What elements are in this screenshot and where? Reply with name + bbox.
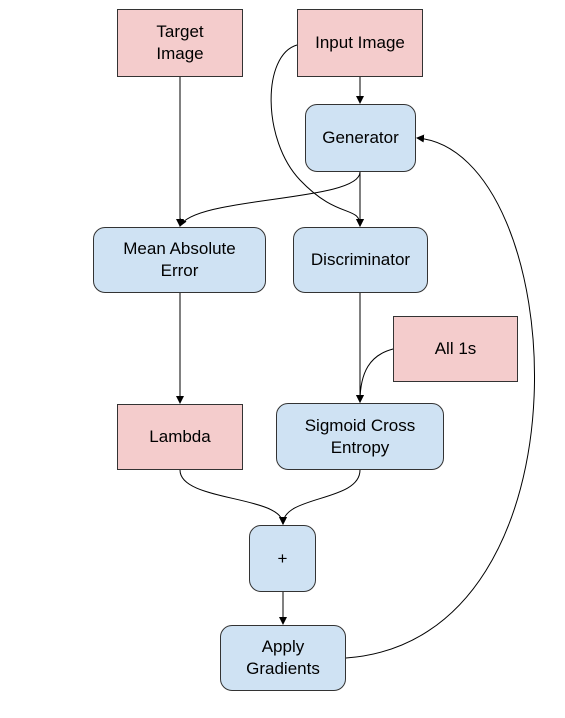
edge-apply-to-generator [345,134,535,659]
node-sigmoid-cross-entropy: Sigmoid Cross Entropy [276,403,444,470]
node-input-image: Input Image [297,9,423,77]
node-generator: Generator [305,104,416,172]
node-apply-gradients: Apply Gradients [220,625,346,691]
edge-all1s-to-sigmoid [356,348,394,403]
node-lambda: Lambda [117,404,243,470]
edge-generator-to-mae [179,171,361,227]
node-target-image: Target Image [117,9,243,77]
node-discriminator: Discriminator [293,227,428,293]
node-mean-absolute-error: Mean Absolute Error [93,227,266,293]
edge-sigmoid-to-plus [279,469,361,525]
node-plus: + [249,525,316,592]
edge-lambda-to-plus [179,469,287,525]
node-all-ones: All 1s [393,316,518,382]
